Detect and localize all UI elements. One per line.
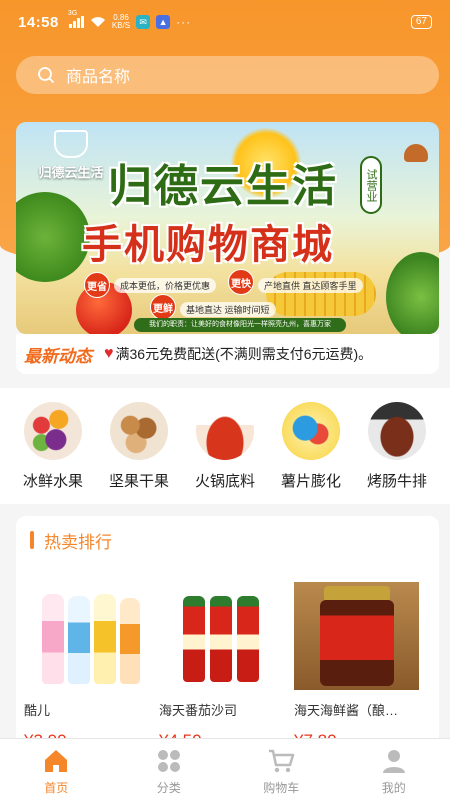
category-label: 薯片膨化 — [280, 473, 341, 490]
tab-home[interactable]: 首页 — [0, 739, 113, 800]
category-label: 冰鲜水果 — [22, 473, 83, 490]
fruit-icon — [24, 402, 82, 460]
tab-cart[interactable]: 购物车 — [225, 739, 338, 800]
broccoli-graphic — [16, 192, 90, 282]
product-list: 酷儿 ¥3.90 海天番茄沙司 ¥4.50 海天海鲜酱（酿… ¥7.80 — [16, 564, 439, 751]
category-label: 坚果干果 — [108, 473, 169, 490]
user-icon — [382, 750, 405, 773]
category-item-fruit[interactable]: 冰鲜水果 — [13, 402, 93, 504]
tab-category[interactable]: 分类 — [113, 739, 226, 800]
notification-app-icon-2: ▲ — [156, 15, 171, 29]
home-icon — [45, 750, 68, 772]
bottom-tab-bar: 首页 分类 购物车 我的 — [0, 738, 450, 800]
search-icon — [38, 67, 54, 83]
product-card[interactable]: 酷儿 ¥3.90 — [24, 582, 149, 751]
tab-profile[interactable]: 我的 — [338, 739, 450, 800]
signal-icon: 3G — [68, 10, 84, 28]
category-item-chips[interactable]: 薯片膨化 — [271, 402, 351, 504]
lettuce-graphic — [386, 252, 439, 334]
status-bar: 14:58 3G 0.86 KB/S ✉ ▲ ··· 67 — [0, 0, 450, 44]
news-ticker[interactable]: 最新动态 ♥ 满36元免费配送(不满则需支付6元运费)。 — [16, 334, 439, 374]
search-placeholder: 商品名称 — [66, 69, 131, 86]
product-image-sauce — [294, 582, 419, 690]
hot-ranking-section: 热卖排行 酷儿 ¥3.90 海天番茄沙司 ¥4.50 — [16, 516, 439, 756]
cart-icon — [269, 749, 295, 773]
category-icon — [157, 750, 180, 772]
feature-chip: 更省 — [84, 272, 110, 298]
wifi-icon — [90, 17, 105, 27]
section-title: 热卖排行 — [44, 532, 112, 552]
product-card[interactable]: 海天番茄沙司 ¥4.50 — [159, 582, 284, 751]
category-item-steak[interactable]: 烤肠牛排 — [357, 402, 437, 504]
battery-icon: 67 — [410, 15, 432, 29]
store-logo-icon — [54, 130, 88, 158]
category-item-hotpot[interactable]: 火锅底料 — [185, 402, 265, 504]
status-icons: 3G 0.86 KB/S ✉ ▲ ··· — [68, 10, 192, 30]
mushroom-graphic — [404, 144, 428, 162]
promo-banner[interactable]: 归德云生活 归德云生活 试营业 手机购物商城 更省 成本更低，价格更优惠 更快 … — [16, 122, 439, 334]
banner-title: 归德云生活 — [108, 162, 338, 211]
section-accent-bar — [30, 531, 34, 549]
product-image-ketchup — [159, 582, 284, 690]
feature-text: 成本更低，价格更优惠 — [114, 278, 217, 293]
product-image-juice — [24, 582, 149, 690]
more-notifications-icon: ··· — [176, 15, 192, 29]
product-name: 酷儿 — [24, 703, 51, 718]
heart-icon: ♥ — [104, 345, 114, 362]
search-input[interactable]: 商品名称 — [16, 56, 439, 94]
category-label: 烤肠牛排 — [366, 473, 427, 490]
tab-label: 首页 — [44, 781, 69, 795]
banner-subtitle: 手机购物商城 — [82, 223, 334, 267]
trial-badge: 试营业 — [360, 156, 382, 214]
product-name: 海天海鲜酱（酿… — [294, 703, 399, 718]
banner-logo: 归德云生活 — [26, 130, 116, 181]
tab-label: 分类 — [156, 781, 181, 795]
hotpot-icon — [196, 402, 254, 460]
category-row: 冰鲜水果 坚果干果 火锅底料 薯片膨化 烤肠牛排 — [0, 388, 450, 504]
banner-logo-text: 归德云生活 — [38, 165, 104, 180]
tab-label: 我的 — [381, 781, 406, 795]
speed-unit: KB/S — [111, 21, 131, 30]
feature-text: 产地直供 直达顾客手里 — [258, 278, 363, 293]
banner-slogan: 我们的职责：让美好的食材像阳光一样照亮九州，喜惠万家 — [134, 318, 346, 332]
network-speed: 0.86 KB/S — [112, 14, 130, 30]
nuts-icon — [110, 402, 168, 460]
product-name: 海天番茄沙司 — [159, 703, 238, 718]
status-time: 14:58 — [18, 13, 59, 31]
notification-app-icon: ✉ — [136, 15, 151, 29]
news-title: 最新动态 — [24, 346, 92, 366]
feature-chip: 更鲜 — [150, 294, 176, 320]
feature-text: 基地直达 运输时间短 — [180, 302, 276, 317]
section-header: 热卖排行 — [16, 516, 439, 564]
network-tag: 3G — [67, 10, 78, 17]
category-label: 火锅底料 — [194, 473, 255, 490]
category-item-nuts[interactable]: 坚果干果 — [99, 402, 179, 504]
steak-icon — [368, 402, 426, 460]
feature-chip: 更快 — [228, 269, 254, 295]
news-text: 满36元免费配送(不满则需支付6元运费)。 — [115, 346, 373, 362]
tab-label: 购物车 — [263, 781, 300, 795]
chips-icon — [282, 402, 340, 460]
product-card[interactable]: 海天海鲜酱（酿… ¥7.80 — [294, 582, 419, 751]
